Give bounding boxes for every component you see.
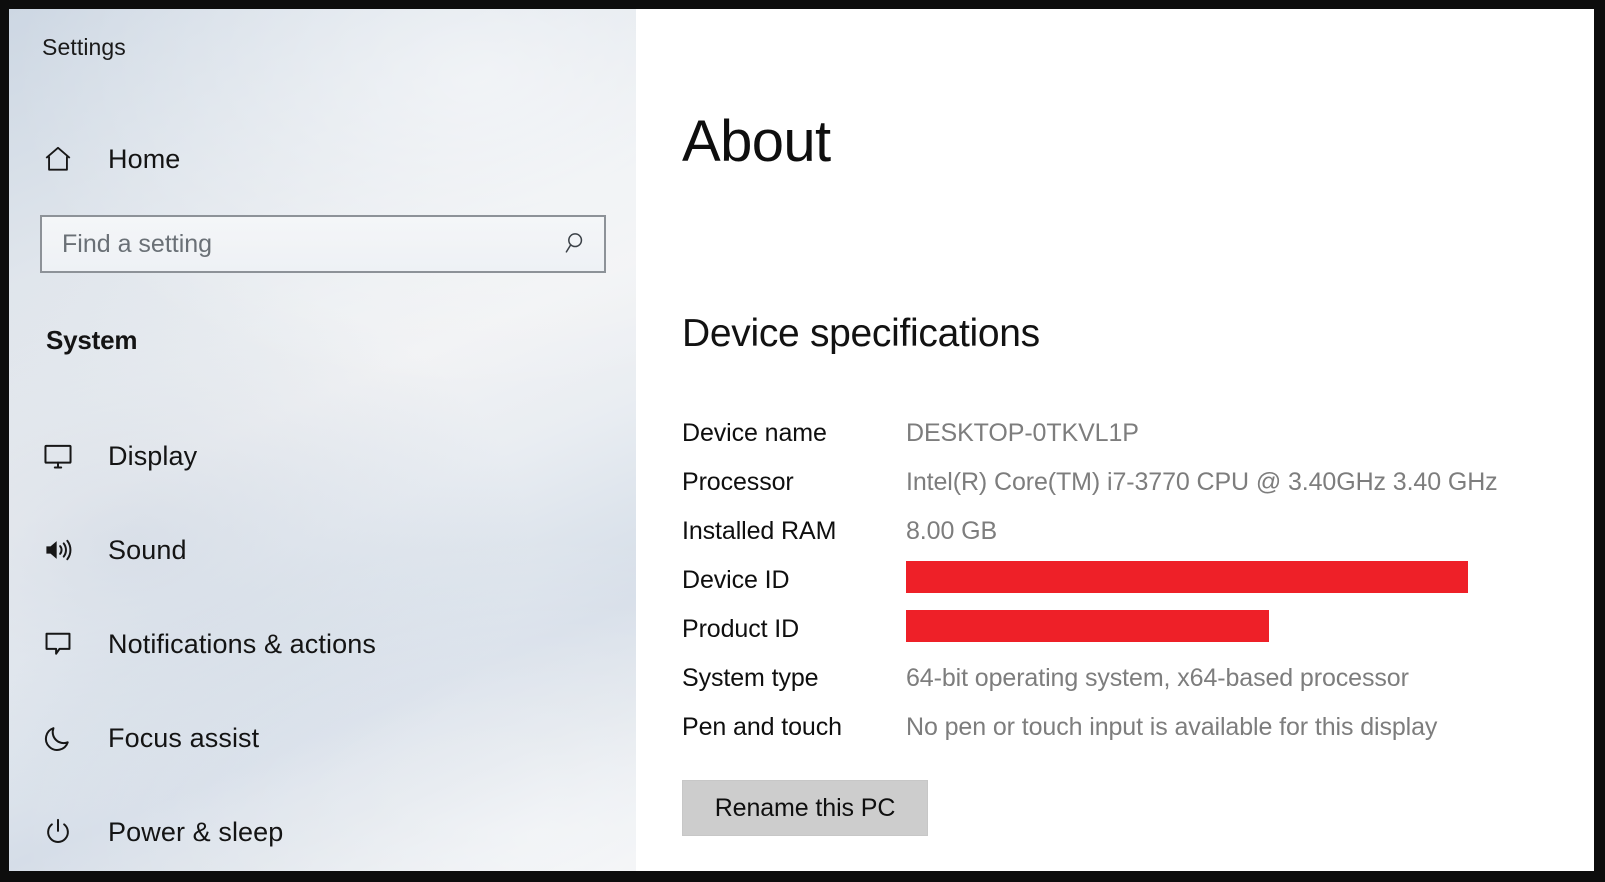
spec-value-device-name: DESKTOP-0TKVL1P [906,419,1139,447]
sidebar-item-power-sleep[interactable]: Power & sleep [42,806,602,858]
power-icon [42,816,88,848]
spec-value-product-id [906,610,1269,649]
spec-label: Device ID [682,566,790,594]
spec-label: Device name [682,419,827,447]
sidebar-item-label: Display [108,440,198,471]
speaker-icon [42,534,88,566]
device-specifications-table: Device name DESKTOP-0TKVL1P Processor In… [682,409,1582,752]
sidebar-item-display[interactable]: Display [42,430,602,482]
redaction-bar-device-id [906,561,1468,593]
table-row: Installed RAM 8.00 GB [682,507,1582,556]
sidebar-item-focus-assist[interactable]: Focus assist [42,712,602,764]
table-row: Processor Intel(R) Core(TM) i7-3770 CPU … [682,458,1582,507]
sidebar-section-header: System [46,325,138,355]
sidebar-item-label: Home [108,143,181,174]
sidebar-item-label: Notifications & actions [108,628,376,659]
monitor-icon [42,440,88,472]
search-icon [563,229,591,260]
screenshot-frame: Settings Home Find a setting System Disp… [0,0,1605,882]
sidebar-item-label: Sound [108,534,187,565]
moon-icon [42,722,88,754]
table-row: Device ID [682,556,1582,605]
spec-label: System type [682,664,819,692]
home-icon [42,143,88,175]
table-row: System type 64-bit operating system, x64… [682,654,1582,703]
spec-label: Product ID [682,615,800,643]
spec-label: Installed RAM [682,517,837,545]
spec-value-system-type: 64-bit operating system, x64-based proce… [906,664,1409,692]
sidebar-item-home[interactable]: Home [42,133,602,185]
spec-value-installed-ram: 8.00 GB [906,517,998,545]
spec-value-processor: Intel(R) Core(TM) i7-3770 CPU @ 3.40GHz … [906,468,1498,496]
settings-content: About Device specifications Device name … [636,9,1594,871]
search-input[interactable] [42,217,550,271]
sidebar-item-notifications[interactable]: Notifications & actions [42,618,602,670]
sidebar-item-label: Focus assist [108,722,260,753]
table-row: Product ID [682,605,1582,654]
spec-value-pen-and-touch: No pen or touch input is available for t… [906,713,1438,741]
table-row: Pen and touch No pen or touch input is a… [682,703,1582,752]
spec-label: Processor [682,468,794,496]
search-button[interactable] [550,217,604,271]
spec-label: Pen and touch [682,713,842,741]
section-title-device-specifications: Device specifications [682,312,1040,355]
sidebar-item-label: Power & sleep [108,816,284,847]
settings-window: Settings Home Find a setting System Disp… [9,9,1594,871]
chat-bubble-icon [42,628,88,660]
rename-this-pc-button[interactable]: Rename this PC [682,780,928,836]
search-box[interactable] [40,215,606,273]
redaction-bar-product-id [906,610,1269,642]
table-row: Device name DESKTOP-0TKVL1P [682,409,1582,458]
spec-value-device-id [906,561,1468,600]
settings-sidebar: Settings Home Find a setting System Disp… [9,9,636,871]
page-title: About [682,109,831,174]
sidebar-item-sound[interactable]: Sound [42,524,602,576]
app-title: Settings [42,34,126,60]
